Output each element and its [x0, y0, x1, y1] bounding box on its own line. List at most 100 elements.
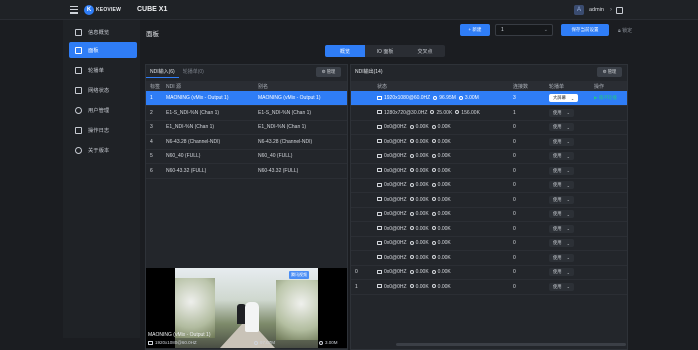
monitor-icon [377, 240, 382, 245]
preview-rate: 97.07M [251, 340, 275, 345]
table-row[interactable]: 1 0x0@0HZ 0.00K 0.00K 0 使用 ⌄ [351, 279, 627, 295]
row-source: MAONING (vMix - Output 1) [162, 91, 254, 106]
carousel-select[interactable]: 使用 ⌄ [549, 123, 574, 132]
status-bandwidth: 0.00K [437, 138, 451, 145]
video-preview[interactable]: 腾讯视频 MAONING (vMix - Output 1) 1920x1080… [146, 268, 347, 348]
table-row[interactable]: 1280x720@30.0HZ 25.00K 156.00K 1 使用 ⌄ [351, 105, 627, 121]
row-connections: 0 [509, 265, 545, 280]
carousel-select[interactable]: 使用 ⌄ [549, 181, 574, 190]
status-bandwidth: 3.00M [464, 95, 479, 101]
sidebar-item-logs[interactable]: 操作日志 [69, 122, 137, 138]
horizontal-scrollbar[interactable] [396, 343, 626, 346]
preset-select[interactable]: 1 ⌄ [495, 24, 553, 36]
save-settings-button[interactable]: 保存当前设置 [561, 24, 609, 36]
tab-crosspoint[interactable]: 交叉点 [405, 45, 445, 57]
monitor-icon [377, 255, 382, 260]
carousel-select[interactable]: 使用 ⌄ [549, 253, 574, 262]
table-row[interactable]: 6 N60-43.32 (FULL) N60-43.32 (FULL) [146, 163, 347, 179]
user-name: admin [589, 7, 604, 13]
watermark: 腾讯视频 [289, 271, 309, 279]
check-icon [431, 211, 436, 216]
row-tag: 3 [146, 120, 162, 135]
table-row[interactable]: 2 E1-S_NDI-%N (Chan 1) E1-S_NDI-%N (Chan 1… [146, 105, 347, 121]
sidebar-item-label: 网络状态 [88, 88, 110, 94]
sidebar-item-label: 用户管理 [88, 108, 110, 114]
exit-icon[interactable] [615, 6, 623, 14]
row-carousel: 使用 ⌄ [545, 265, 590, 280]
carousel-select[interactable]: 使用 ⌄ [549, 152, 574, 161]
speed-icon [409, 284, 414, 289]
row-alias: E1-S_NDI-%N (Chan 1) [254, 105, 347, 121]
tab-io-panel[interactable]: IO 面板 [365, 45, 405, 57]
carousel-select[interactable]: 使用 ⌄ [549, 166, 574, 175]
sidebar-item-network[interactable]: 网络状态 [69, 82, 137, 98]
sidebar-item-carousel[interactable]: 轮播单 [69, 62, 137, 78]
status-rate: 96.95M [439, 95, 456, 101]
table-row[interactable]: 0x0@0HZ 0.00K 0.00K 0 使用 ⌄ [351, 120, 627, 135]
chevron-down-icon: ⌄ [566, 269, 570, 275]
table-row[interactable]: 0x0@0HZ 0.00K 0.00K 0 使用 ⌄ [351, 207, 627, 222]
tab-carousel[interactable]: 轮播单(0) [179, 65, 208, 78]
carousel-select[interactable]: 使用 ⌄ [549, 210, 574, 219]
carousel-select[interactable]: 使用 ⌄ [549, 239, 574, 248]
menu-icon[interactable] [70, 6, 78, 14]
sidebar-item-panel[interactable]: 面板 [69, 42, 137, 58]
user-menu[interactable]: A admin › [574, 5, 623, 15]
row-connections: 0 [509, 134, 545, 150]
carousel-select[interactable]: 使用 ⌄ [549, 268, 574, 277]
table-row[interactable]: 5 N60_40 (FULL) N60_40 (FULL) [146, 149, 347, 164]
add-button[interactable]: + 新建 [460, 24, 490, 36]
row-operation [590, 221, 627, 237]
table-row[interactable]: 0 0x0@0HZ 0.00K 0.00K 0 使用 ⌄ [351, 265, 627, 280]
carousel-select[interactable]: 使用 ⌄ [549, 195, 574, 204]
carousel-select[interactable]: 使用 ⌄ [549, 108, 574, 117]
row-carousel: 使用 ⌄ [545, 178, 590, 193]
table-row[interactable]: 0x0@0HZ 0.00K 0.00K 0 使用 ⌄ [351, 163, 627, 179]
input-manage-button[interactable]: ⚙ 管理 [316, 67, 341, 77]
carousel-select[interactable]: 使用 ⌄ [549, 282, 574, 291]
row-operation: ▶︎ 循环轮播 [590, 91, 627, 106]
status-resolution: 0x0@0HZ [384, 124, 407, 131]
table-row[interactable]: 1920x1080@60.0HZ 96.95M 3.00M 3 大屏幕 ⌄ ▶︎ 循环轮播 [351, 91, 627, 106]
speed-icon [409, 182, 414, 187]
status-resolution: 0x0@0HZ [384, 283, 407, 290]
check-icon [431, 139, 436, 144]
table-row[interactable]: 0x0@0HZ 0.00K 0.00K 0 使用 ⌄ [351, 192, 627, 208]
sidebar-item-about[interactable]: 关于版本 [69, 142, 137, 158]
status-resolution: 0x0@0HZ [384, 269, 407, 276]
row-label [351, 91, 373, 106]
carousel-value: 使用 [553, 182, 562, 188]
carousel-select[interactable]: 使用 ⌄ [549, 224, 574, 233]
lock-toggle[interactable]: 🔒︎ 锁定 [618, 27, 632, 34]
row-label [351, 250, 373, 266]
carousel-select[interactable]: 使用 ⌄ [549, 137, 574, 146]
column-header: 操作 [590, 81, 627, 91]
row-connections: 0 [509, 178, 545, 193]
tab-ndi-input[interactable]: NDI输入(6) [146, 65, 179, 78]
speed-icon [409, 197, 414, 202]
speed-icon [409, 153, 414, 158]
loop-play-button[interactable]: ▶︎ 循环轮播 [594, 95, 617, 100]
sidebar-item-users[interactable]: 用户管理 [69, 102, 137, 118]
row-operation [590, 178, 627, 193]
row-source: E1-S_NDI-%N (Chan 1) [162, 105, 254, 121]
table-row[interactable]: 3 E1_NDI-%N (Chan 1) E1_NDI-%N (Chan 1) [146, 120, 347, 135]
output-manage-button[interactable]: ⚙ 管理 [597, 67, 622, 77]
tab-overview[interactable]: 概览 [325, 45, 365, 57]
table-row[interactable]: 0x0@0HZ 0.00K 0.00K 0 使用 ⌄ [351, 134, 627, 150]
table-row[interactable]: 0x0@0HZ 0.00K 0.00K 0 使用 ⌄ [351, 178, 627, 193]
table-row[interactable]: 0x0@0HZ 0.00K 0.00K 0 使用 ⌄ [351, 250, 627, 266]
carousel-select[interactable]: 大屏幕 ⌄ [549, 94, 579, 102]
column-header: 轮播单 [545, 81, 590, 91]
status-rate: 0.00K [415, 138, 429, 145]
speed-icon [409, 211, 414, 216]
table-row[interactable]: 0x0@0HZ 0.00K 0.00K 0 使用 ⌄ [351, 221, 627, 237]
row-label [351, 134, 373, 150]
sidebar-item-overview[interactable]: 信息概览 [69, 24, 137, 40]
table-row[interactable]: 0x0@0HZ 0.00K 0.00K 0 使用 ⌄ [351, 149, 627, 164]
table-row[interactable]: 0x0@0HZ 0.00K 0.00K 0 使用 ⌄ [351, 236, 627, 251]
table-row[interactable]: 4 N6-43.28 (Channel-NDI) N6-43.28 (Channel… [146, 134, 347, 150]
table-row[interactable]: 1 MAONING (vMix - Output 1) MAONING (vMix … [146, 91, 347, 106]
status-resolution: 0x0@0HZ [384, 153, 407, 160]
row-connections: 1 [509, 105, 545, 121]
